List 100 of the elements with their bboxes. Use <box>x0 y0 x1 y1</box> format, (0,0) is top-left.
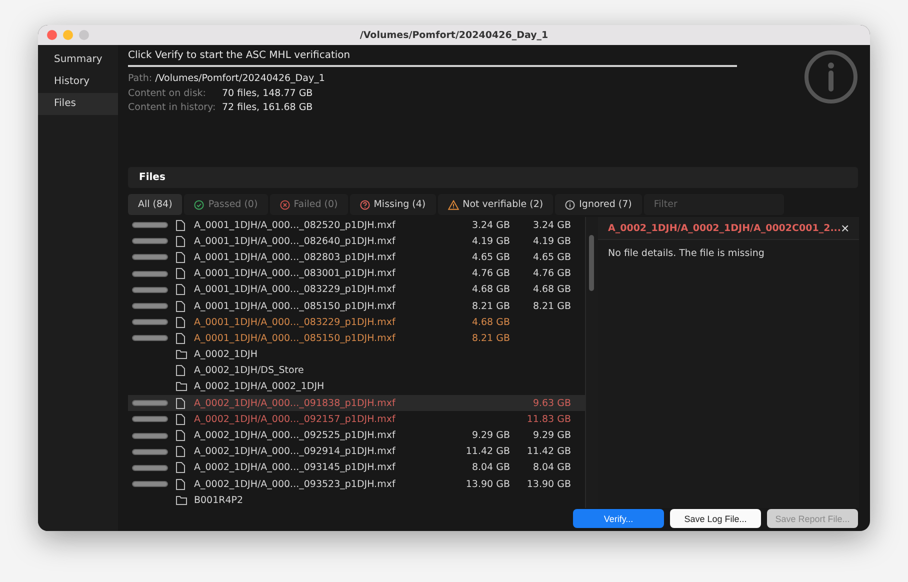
file-size: 4.65 GB <box>472 252 510 263</box>
file-progress-bar <box>132 270 168 277</box>
file-row[interactable]: A_0001_1DJH/A_000..._083229_p1DJH.mxf 4.68 GB <box>128 314 585 330</box>
file-progress-bar <box>132 238 168 244</box>
status-message: Click Verify to start the ASC MHL verification <box>128 49 352 61</box>
file-row[interactable]: A_0001_1DJH/A_000..._083001_p1DJH.mxf 4.76 GB 4.76 GB <box>128 266 585 282</box>
file-size: 4.68 GB <box>472 284 510 296</box>
file-size: 4.76 GB <box>532 268 571 280</box>
files-header: Files <box>128 167 858 188</box>
file-row[interactable]: B001R4P2 <box>128 492 585 508</box>
file-row[interactable]: A_0001_1DJH/A_000..._082520_p1DJH.mxf 3.24 GB 3.24 GB <box>128 217 585 234</box>
info-label: Content in history: <box>128 101 217 115</box>
file-size: 4.19 GB <box>532 236 571 247</box>
file-progress-bar <box>132 481 168 488</box>
filter-tab[interactable]: Not verifiable (2) <box>438 194 554 215</box>
info-value: /Volumes/Pomfort/20240426_Day_1 <box>155 72 325 86</box>
file-row[interactable]: A_0002_1DJH/A_0002_1DJH <box>128 378 585 396</box>
scrollbar[interactable] <box>585 217 598 508</box>
info-icon <box>804 50 858 104</box>
file-progress-bar <box>132 400 168 406</box>
file-name: A_0001_1DJH/A_000..._085150_p1DJH.mxf <box>194 300 396 312</box>
file-icon <box>176 284 185 296</box>
file-icon <box>176 478 185 490</box>
file-row[interactable]: A_0002_1DJH <box>128 346 585 363</box>
file-name: A_0002_1DJH/A_000..._091838_p1DJH.mxf <box>194 398 396 409</box>
file-size: 4.19 GB <box>472 236 510 247</box>
file-row[interactable]: A_0002_1DJH/A_000..._092525_p1DJH.mxf 9.29 GB 9.29 GB <box>128 427 585 444</box>
folder-icon <box>176 496 187 505</box>
file-name: A_0002_1DJH/DS_Store <box>194 365 305 376</box>
file-name: A_0001_1DJH/A_000..._082640_p1DJH.mxf <box>194 236 396 247</box>
file-size: 8.21 GB <box>472 332 510 344</box>
file-progress-bar <box>132 335 168 342</box>
file-icon <box>176 300 185 312</box>
sidebar-item[interactable]: History <box>38 71 118 93</box>
file-row[interactable]: A_0001_1DJH/A_000..._082640_p1DJH.mxf 4.19 GB 4.19 GB <box>128 233 585 250</box>
file-size: 11.42 GB <box>466 446 510 458</box>
file-row[interactable]: A_0002_1DJH/DS_Store <box>128 362 585 379</box>
file-progress-bar <box>132 464 168 471</box>
filter-tab[interactable]: All (84) <box>128 194 182 215</box>
file-row[interactable]: A_0002_1DJH/A_000..._093523_p1DJH.mxf 13.90 GB 13.90 GB <box>128 476 585 492</box>
file-icon <box>176 365 185 376</box>
file-name: A_0001_1DJH/A_000..._083229_p1DJH.mxf <box>194 316 396 328</box>
file-progress-bar <box>132 448 168 455</box>
file-progress-bar <box>132 286 168 293</box>
check-circle-icon <box>194 200 204 210</box>
file-name: B001R4P2 <box>194 494 244 506</box>
file-progress-bar <box>132 432 168 439</box>
file-name: A_0001_1DJH/A_000..._083229_p1DJH.mxf <box>194 284 396 296</box>
close-window-button[interactable] <box>47 30 57 40</box>
zoom-window-button[interactable] <box>79 30 89 40</box>
file-icon <box>176 220 185 231</box>
file-icon <box>176 236 185 247</box>
file-icon <box>176 462 185 474</box>
file-size: 13.90 GB <box>466 478 510 490</box>
file-row[interactable]: A_0001_1DJH/A_000..._085150_p1DJH.mxf 8.21 GB <box>128 330 585 346</box>
filter-field[interactable]: Filter <box>644 194 784 215</box>
warning-icon <box>448 200 459 210</box>
file-icon <box>176 268 185 280</box>
file-icon <box>176 430 185 442</box>
file-progress-bar <box>132 319 168 326</box>
file-row[interactable]: A_0002_1DJH/A_000..._092157_p1DJH.mxf 11.83 GB <box>128 411 585 428</box>
sidebar-item[interactable]: Files <box>38 93 118 115</box>
file-size: 8.21 GB <box>532 300 571 312</box>
action-button[interactable]: Save Log File... <box>670 509 761 528</box>
file-size: 4.65 GB <box>532 252 571 263</box>
file-icon <box>176 252 185 263</box>
detail-message: No file details. The file is missing <box>607 247 766 261</box>
info-circle-icon <box>565 200 576 210</box>
file-size: 9.29 GB <box>472 430 510 442</box>
filter-tab[interactable]: Ignored (7) <box>555 194 642 215</box>
x-circle-icon <box>280 200 290 210</box>
file-row[interactable]: A_0002_1DJH/A_000..._091838_p1DJH.mxf 9.63 GB <box>128 395 585 412</box>
file-size: 4.68 GB <box>472 316 510 328</box>
action-button[interactable]: Verify... <box>573 509 664 528</box>
file-size: 8.04 GB <box>532 462 571 474</box>
file-name: A_0002_1DJH/A_000..._092157_p1DJH.mxf <box>194 414 396 425</box>
folder-icon <box>176 382 187 392</box>
question-circle-icon <box>360 200 370 210</box>
file-size: 11.42 GB <box>526 446 571 458</box>
close-button[interactable]: × <box>841 221 850 235</box>
sidebar-item[interactable]: Summary <box>38 49 118 71</box>
file-name: A_0002_1DJH/A_000..._093523_p1DJH.mxf <box>194 478 396 490</box>
file-row[interactable]: A_0001_1DJH/A_000..._082803_p1DJH.mxf 4.65 GB 4.65 GB <box>128 249 585 266</box>
file-progress-bar <box>132 303 168 310</box>
file-row[interactable]: A_0002_1DJH/A_000..._093145_p1DJH.mxf 8.04 GB 8.04 GB <box>128 460 585 476</box>
file-icon <box>176 398 185 409</box>
minimize-window-button[interactable] <box>63 30 73 40</box>
filter-tab[interactable]: Missing (4) <box>350 194 436 215</box>
file-row[interactable]: A_0001_1DJH/A_000..._085150_p1DJH.mxf 8.21 GB 8.21 GB <box>128 298 585 314</box>
file-progress-bar <box>132 416 168 422</box>
file-name: A_0002_1DJH/A_0002_1DJH <box>194 381 326 392</box>
info-value: 70 files, 148.77 GB <box>222 86 313 100</box>
info-label: Path: <box>128 72 152 86</box>
file-row[interactable]: A_0001_1DJH/A_000..._083229_p1DJH.mxf 4.68 GB 4.68 GB <box>128 282 585 298</box>
file-size: 8.21 GB <box>472 300 510 312</box>
file-row[interactable]: A_0002_1DJH/A_000..._092914_p1DJH.mxf 11.42 GB 11.42 GB <box>128 444 585 460</box>
file-name: A_0002_1DJH/A_000..._093145_p1DJH.mxf <box>194 462 396 474</box>
file-size: 8.04 GB <box>472 462 510 474</box>
file-size: 11.83 GB <box>526 414 571 425</box>
file-progress-bar <box>132 222 168 228</box>
